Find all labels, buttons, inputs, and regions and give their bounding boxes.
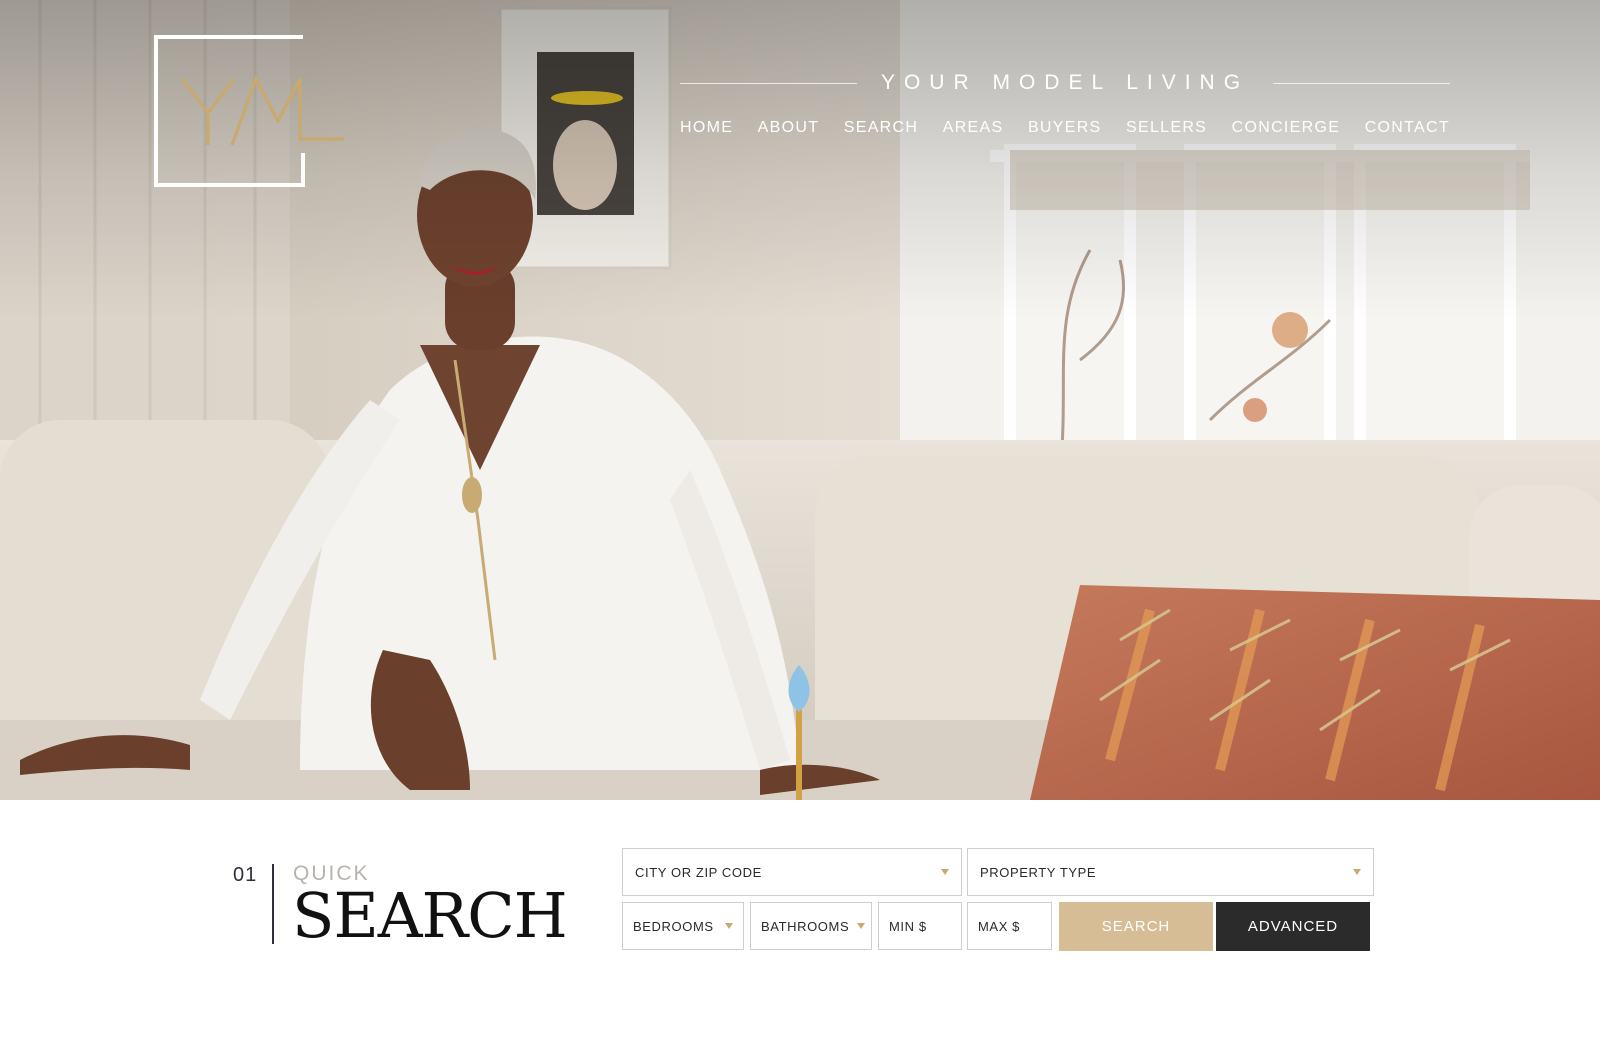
nav-areas[interactable]: AREAS <box>943 119 1004 137</box>
main-nav: HOME ABOUT SEARCH AREAS BUYERS SELLERS C… <box>680 116 1450 140</box>
max-price-placeholder: MAX $ <box>978 918 1021 934</box>
bathrooms-select[interactable]: BATHROOMS <box>750 902 872 950</box>
bathrooms-select-label: BATHROOMS <box>761 918 850 934</box>
nav-contact[interactable]: CONTACT <box>1365 119 1450 137</box>
bedrooms-select-label: BEDROOMS <box>633 918 714 934</box>
chevron-down-icon <box>725 923 733 929</box>
ym-logo[interactable] <box>154 35 344 187</box>
nav-about[interactable]: ABOUT <box>758 119 820 137</box>
nav-buyers[interactable]: BUYERS <box>1028 119 1102 137</box>
section-title: SEARCH <box>292 879 568 952</box>
section-divider <box>272 864 274 944</box>
chevron-down-icon <box>1353 869 1361 875</box>
brand-row: YOUR MODEL LIVING <box>680 66 1451 100</box>
property-type-select-label: PROPERTY TYPE <box>980 864 1097 880</box>
nav-home[interactable]: HOME <box>680 119 733 137</box>
brand-line-right <box>1273 82 1451 84</box>
property-type-select[interactable]: PROPERTY TYPE <box>967 848 1374 896</box>
nav-concierge[interactable]: CONCIERGE <box>1232 119 1341 137</box>
location-select-label: CITY OR ZIP CODE <box>635 864 762 880</box>
chevron-down-icon <box>941 869 949 875</box>
nav-search[interactable]: SEARCH <box>844 119 918 137</box>
location-select[interactable]: CITY OR ZIP CODE <box>622 848 962 896</box>
search-button[interactable]: SEARCH <box>1059 902 1213 951</box>
nav-sellers[interactable]: SELLERS <box>1126 119 1207 137</box>
section-index: 01 <box>233 864 258 886</box>
brand-name[interactable]: YOUR MODEL LIVING <box>857 71 1273 95</box>
min-price-input[interactable]: MIN $ <box>878 902 962 950</box>
bedrooms-select[interactable]: BEDROOMS <box>622 902 744 950</box>
min-price-placeholder: MIN $ <box>889 918 927 934</box>
brand-line-left <box>680 82 857 84</box>
max-price-input[interactable]: MAX $ <box>967 902 1052 950</box>
advanced-button[interactable]: ADVANCED <box>1216 902 1370 951</box>
chevron-down-icon <box>857 923 866 929</box>
